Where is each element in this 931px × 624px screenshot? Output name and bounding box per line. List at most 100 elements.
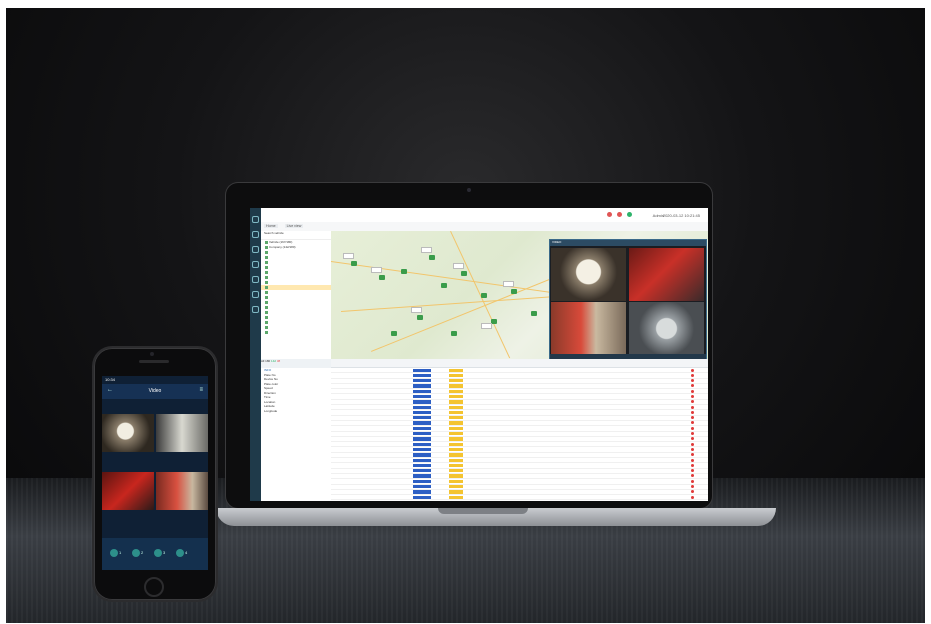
- phone-nav-bar: ← Video ≡: [102, 384, 208, 399]
- type-cell: [449, 426, 463, 431]
- phone-title: Video: [148, 388, 162, 394]
- chart-icon[interactable]: [252, 291, 259, 298]
- plate-cell: [413, 458, 431, 462]
- vehicle-marker[interactable]: [531, 311, 537, 316]
- vehicle-marker[interactable]: [391, 331, 397, 336]
- alarm-icon: [691, 432, 694, 436]
- vehicle-status-bar: All 180 142 38: [261, 359, 331, 368]
- laptop-base: [216, 508, 776, 526]
- laptop-screen: Admin 2020-03-12 10:21:45 Home Live view…: [250, 208, 708, 501]
- smartphone: 10:34 ← Video ≡ 1 2 3 4: [94, 348, 216, 600]
- marker-label: [481, 323, 492, 329]
- phone-home-button[interactable]: [144, 577, 164, 597]
- tree-search-input[interactable]: Search vehicle: [261, 231, 331, 240]
- vehicle-marker[interactable]: [379, 275, 385, 280]
- alarm-icon: [691, 469, 694, 473]
- video-channel-1[interactable]: [551, 248, 626, 301]
- plate-cell: [413, 416, 431, 420]
- vehicle-marker[interactable]: [351, 261, 357, 266]
- alarm-icon: [691, 437, 694, 441]
- plate-cell: [413, 463, 431, 468]
- video-icon[interactable]: [252, 246, 259, 253]
- plate-cell: [413, 410, 431, 415]
- alarm-icon[interactable]: [607, 212, 612, 217]
- type-cell: [449, 405, 463, 409]
- vehicle-marker[interactable]: [451, 331, 457, 336]
- alarm-icon: [691, 379, 694, 383]
- video-channel-4[interactable]: [629, 302, 704, 355]
- type-cell: [449, 394, 463, 399]
- alarm-icon: [691, 368, 694, 372]
- alarm-icon: [691, 410, 694, 414]
- marker-label: [411, 307, 422, 313]
- vehicle-marker[interactable]: [481, 293, 487, 298]
- table-row[interactable]: [331, 500, 708, 501]
- type-cell: [449, 463, 463, 468]
- type-cell: [449, 368, 463, 372]
- table-header: [331, 359, 708, 368]
- plate-cell: [413, 394, 431, 399]
- plate-cell: [413, 485, 431, 489]
- alarm-icon: [691, 394, 694, 398]
- vehicle-marker[interactable]: [441, 283, 447, 288]
- report-icon[interactable]: [252, 276, 259, 283]
- playback-icon[interactable]: [252, 261, 259, 268]
- status-offline[interactable]: 38: [277, 359, 280, 363]
- plate-cell: [413, 453, 431, 457]
- vehicle-marker[interactable]: [417, 315, 423, 320]
- info-panel: INFO Plate No Device No Plate color Spee…: [261, 368, 332, 501]
- type-cell: [449, 416, 463, 420]
- alarm-icon: [691, 474, 694, 478]
- status-icon[interactable]: [627, 212, 632, 217]
- type-cell: [449, 410, 463, 415]
- channel-4-label: 4: [185, 550, 188, 555]
- plate-cell: [413, 400, 431, 404]
- marker-label: [421, 247, 432, 253]
- phone-video-4[interactable]: [156, 472, 208, 510]
- type-cell: [449, 453, 463, 457]
- phone-video-3[interactable]: [102, 472, 154, 510]
- alarm-icon: [691, 384, 694, 388]
- vehicle-tree: Search vehicle Vehicle (167/180) Company…: [261, 231, 332, 359]
- alarm-icon: [691, 389, 694, 393]
- plate-cell: [413, 437, 431, 441]
- settings-icon[interactable]: [252, 306, 259, 313]
- alarm-icon: [691, 463, 694, 467]
- vehicle-marker[interactable]: [461, 271, 467, 276]
- channel-3-button[interactable]: [154, 549, 162, 557]
- monitor-icon[interactable]: [252, 231, 259, 238]
- status-all[interactable]: All 180: [261, 359, 270, 363]
- type-cell: [449, 447, 463, 452]
- laptop-lid: Admin 2020-03-12 10:21:45 Home Live view…: [226, 183, 712, 508]
- tab-home[interactable]: Home: [264, 224, 278, 228]
- menu-icon[interactable]: ≡: [199, 387, 203, 393]
- channel-1-button[interactable]: [110, 549, 118, 557]
- status-online[interactable]: 142: [271, 359, 276, 363]
- channel-2-button[interactable]: [132, 549, 140, 557]
- plate-cell: [413, 384, 431, 388]
- tab-live-view[interactable]: Live view: [284, 224, 304, 228]
- vehicle-marker[interactable]: [401, 269, 407, 274]
- product-photo-scene: Admin 2020-03-12 10:21:45 Home Live view…: [6, 8, 925, 623]
- tree-item[interactable]: [261, 330, 331, 335]
- plate-cell: [413, 495, 431, 499]
- home-icon[interactable]: [252, 216, 259, 223]
- alarm-icon: [691, 373, 694, 377]
- type-cell: [449, 485, 463, 489]
- alert-icon[interactable]: [617, 212, 622, 217]
- alarm-icon: [691, 490, 694, 494]
- phone-video-1[interactable]: [102, 414, 154, 452]
- vehicle-marker[interactable]: [511, 289, 517, 294]
- laptop-notch: [438, 508, 528, 514]
- plate-cell: [413, 368, 431, 372]
- channel-4-button[interactable]: [176, 549, 184, 557]
- phone-video-2[interactable]: [156, 414, 208, 452]
- phone-camera: [150, 352, 154, 356]
- plate-cell: [413, 373, 431, 378]
- video-channel-2[interactable]: [629, 248, 704, 301]
- video-channel-3[interactable]: [551, 302, 626, 355]
- type-cell: [449, 490, 463, 494]
- type-cell: [449, 384, 463, 388]
- vehicle-marker[interactable]: [429, 255, 435, 260]
- alarm-icon: [691, 400, 694, 404]
